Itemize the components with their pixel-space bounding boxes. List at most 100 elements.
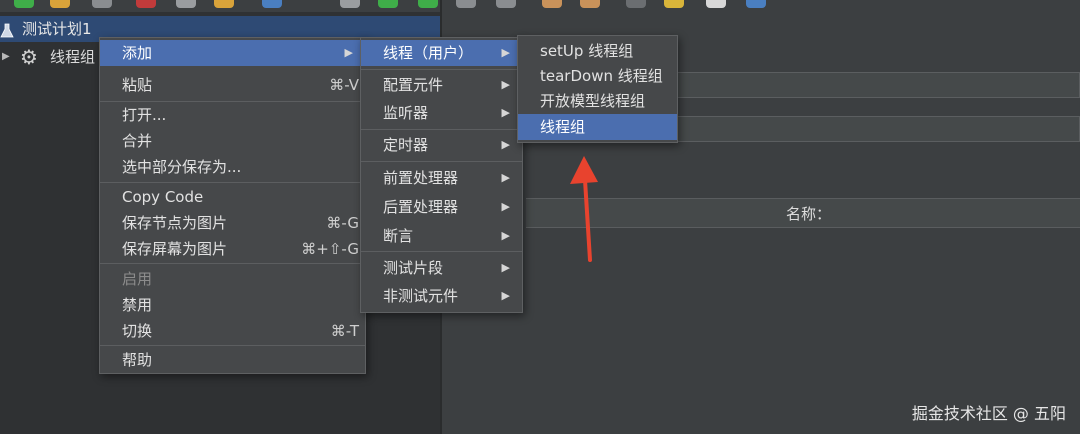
menu-item-paste[interactable]: 粘贴 ⌘-V: [100, 72, 365, 98]
menu-separator: [361, 251, 522, 252]
menu-item-add-label: 添加: [122, 44, 153, 62]
submenu-item-test-fragment-label: 测试片段: [383, 259, 444, 277]
menu-item-open[interactable]: 打开...: [100, 102, 365, 128]
shortcut-save-node-image: ⌘-G: [326, 214, 359, 232]
menu-item-add[interactable]: 添加 ▶: [100, 40, 365, 66]
submenu-item-assertion[interactable]: 断言 ▶: [361, 223, 522, 249]
menu-item-disable-label: 禁用: [122, 296, 153, 314]
submenu-item-setup-thread-group[interactable]: setUp 线程组: [518, 38, 677, 64]
submenu-arrow-icon: ▶: [344, 46, 353, 59]
folder-icon[interactable]: [50, 0, 70, 8]
gear-icon: ⚙: [20, 45, 38, 69]
menu-item-disable[interactable]: 禁用: [100, 292, 365, 318]
submenu-item-config-element-label: 配置元件: [383, 76, 444, 94]
menu-item-merge[interactable]: 合并: [100, 128, 365, 154]
submenu-item-threads[interactable]: 线程（用户） ▶: [361, 40, 522, 66]
triangle-right-icon[interactable]: ▶: [2, 44, 10, 70]
add-submenu: 线程（用户） ▶ 配置元件 ▶ 监听器 ▶ 定时器 ▶ 前置处理器 ▶ 后置处理…: [360, 37, 523, 313]
submenu-item-post-processor[interactable]: 后置处理器 ▶: [361, 194, 522, 220]
menu-item-copy-code-label: Copy Code: [122, 188, 204, 206]
watermark: 掘金技术社区 @ 五阳: [911, 404, 1066, 423]
search-icon[interactable]: [626, 0, 646, 8]
submenu-arrow-icon: ▶: [501, 289, 510, 302]
menu-item-toggle[interactable]: 切换 ⌘-T: [100, 318, 365, 344]
menu-separator: [100, 345, 365, 346]
thread-group-label: 线程组: [50, 48, 96, 66]
shortcut-paste: ⌘-V: [329, 76, 359, 94]
shutdown-icon[interactable]: [496, 0, 516, 8]
menu-separator: [361, 69, 522, 70]
submenu-item-assertion-label: 断言: [383, 227, 414, 245]
teardown-thread-group-label: tearDown 线程组: [540, 67, 663, 85]
submenu-item-pre-processor[interactable]: 前置处理器 ▶: [361, 165, 522, 191]
menu-item-toggle-label: 切换: [122, 322, 153, 340]
menu-separator: [100, 263, 365, 264]
submenu-item-timer-label: 定时器: [383, 136, 429, 154]
submenu-arrow-icon: ▶: [501, 229, 510, 242]
toggle-icon[interactable]: [340, 0, 360, 8]
test-plan-label: 测试计划1: [22, 20, 92, 38]
paste-icon[interactable]: [214, 0, 234, 8]
submenu-item-timer[interactable]: 定时器 ▶: [361, 132, 522, 158]
context-menu: 添加 ▶ 粘贴 ⌘-V 打开... 合并 选中部分保存为... Copy Cod…: [99, 37, 366, 374]
clear-all-icon[interactable]: [580, 0, 600, 8]
expand-icon[interactable]: [262, 0, 282, 8]
start-no-pause-icon[interactable]: [418, 0, 438, 8]
function-helper-icon[interactable]: [706, 0, 726, 8]
menu-item-save-screen-image-label: 保存屏幕为图片: [122, 240, 228, 258]
menu-item-copy-code[interactable]: Copy Code: [100, 184, 365, 210]
menu-item-enable: 启用: [100, 266, 365, 292]
submenu-arrow-icon: ▶: [501, 171, 510, 184]
menu-separator: [361, 161, 522, 162]
shortcut-toggle: ⌘-T: [330, 322, 359, 340]
menu-item-open-label: 打开...: [122, 106, 167, 124]
submenu-item-threads-label: 线程（用户）: [383, 44, 474, 62]
toolbar: [0, 0, 1080, 12]
submenu-arrow-icon: ▶: [501, 78, 510, 91]
menu-item-save-screen-image[interactable]: 保存屏幕为图片 ⌘+⇧-G: [100, 236, 365, 262]
open-model-thread-group-label: 开放模型线程组: [540, 92, 646, 110]
submenu-item-post-processor-label: 后置处理器: [383, 198, 459, 216]
menu-item-paste-label: 粘贴: [122, 76, 153, 94]
menu-separator: [100, 182, 365, 183]
submenu-item-test-fragment[interactable]: 测试片段 ▶: [361, 255, 522, 281]
thread-group-item-label: 线程组: [540, 118, 586, 136]
menu-item-save-node-image-label: 保存节点为图片: [122, 214, 228, 232]
submenu-item-non-test-element[interactable]: 非测试元件 ▶: [361, 283, 522, 309]
annotation-arrow: [570, 156, 598, 262]
flask-icon: [0, 21, 14, 38]
help-icon[interactable]: [746, 0, 766, 8]
clear-icon[interactable]: [542, 0, 562, 8]
submenu-arrow-icon: ▶: [501, 106, 510, 119]
submenu-item-config-element[interactable]: 配置元件 ▶: [361, 72, 522, 98]
submenu-item-teardown-thread-group[interactable]: tearDown 线程组: [518, 63, 677, 89]
menu-item-save-node-image[interactable]: 保存节点为图片 ⌘-G: [100, 210, 365, 236]
cut-icon[interactable]: [136, 0, 156, 8]
submenu-item-thread-group[interactable]: 线程组: [518, 114, 677, 140]
menu-item-save-selection-label: 选中部分保存为...: [122, 158, 242, 176]
submenu-item-pre-processor-label: 前置处理器: [383, 169, 459, 187]
submenu-arrow-icon: ▶: [501, 138, 510, 151]
threads-submenu: setUp 线程组 tearDown 线程组 开放模型线程组 线程组: [517, 35, 678, 143]
reset-search-icon[interactable]: [664, 0, 684, 8]
submenu-arrow-icon: ▶: [501, 200, 510, 213]
run-icon[interactable]: [14, 0, 34, 8]
table-column-name: 名称：: [786, 205, 832, 223]
submenu-item-open-model-thread-group[interactable]: 开放模型线程组: [518, 88, 677, 114]
submenu-item-listener[interactable]: 监听器 ▶: [361, 100, 522, 126]
setup-thread-group-label: setUp 线程组: [540, 42, 634, 60]
submenu-arrow-icon: ▶: [501, 261, 510, 274]
menu-item-enable-label: 启用: [122, 270, 153, 288]
copy-icon[interactable]: [176, 0, 196, 8]
submenu-arrow-icon: ▶: [501, 46, 510, 59]
menu-separator: [361, 129, 522, 130]
tree-node-thread-group[interactable]: ▶ ⚙ 线程组: [0, 44, 95, 70]
start-icon[interactable]: [378, 0, 398, 8]
menu-item-help[interactable]: 帮助: [100, 347, 365, 373]
stop-icon[interactable]: [456, 0, 476, 8]
shortcut-save-screen-image: ⌘+⇧-G: [301, 240, 359, 258]
save-icon[interactable]: [92, 0, 112, 8]
menu-item-save-selection[interactable]: 选中部分保存为...: [100, 154, 365, 180]
menu-item-help-label: 帮助: [122, 351, 153, 369]
menu-item-merge-label: 合并: [122, 132, 153, 150]
